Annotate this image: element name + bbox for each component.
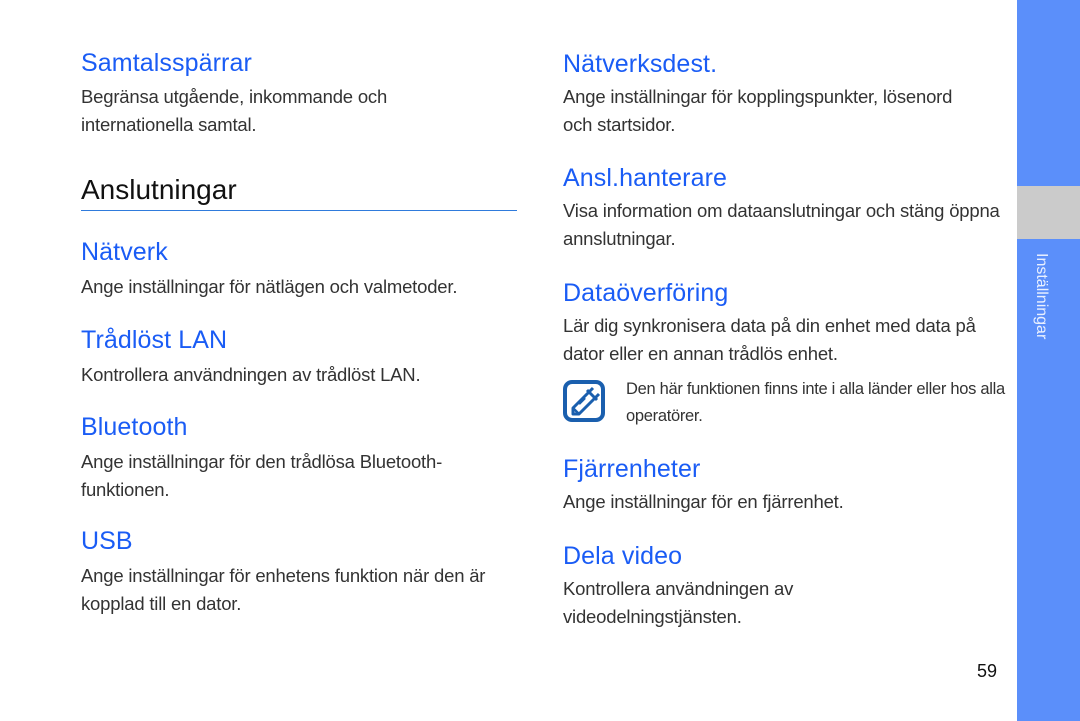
- heading-bluetooth: Bluetooth: [81, 413, 188, 441]
- heading-natverk: Nätverk: [81, 238, 168, 266]
- heading-dataoverforing: Dataöverföring: [563, 279, 729, 307]
- note-text: Den här funktionen finns inte i alla län…: [626, 380, 1005, 425]
- sidebar-marker: [1017, 186, 1080, 239]
- heading-ansl-hanterare: Ansl.hanterare: [563, 164, 727, 192]
- note-pencil-icon: [563, 380, 605, 422]
- heading-fjarrenheter: Fjärrenheter: [563, 455, 701, 483]
- desc-natverksdest: Ange inställningar för kopplingspunkter,…: [563, 86, 953, 135]
- desc-samtalssparrar: Begränsa utgående, inkommande och intern…: [81, 86, 388, 135]
- chapter-sidebar: [1017, 0, 1080, 721]
- desc-tradlost-lan: Kontrollera användningen av trådlöst LAN…: [81, 364, 421, 385]
- desc-usb: Ange inställningar för enhetens funktion…: [81, 565, 486, 614]
- desc-dataoverforing: Lär dig synkronisera data på din enhet m…: [563, 315, 976, 364]
- heading-tradlost-lan: Trådlöst LAN: [81, 326, 228, 354]
- desc-bluetooth: Ange inställningar för den trådlösa Blue…: [81, 451, 443, 500]
- page-number: 59: [977, 661, 998, 681]
- heading-samtalssparrar: Samtalsspärrar: [81, 49, 252, 77]
- section-divider: [81, 210, 517, 211]
- heading-usb: USB: [81, 527, 133, 555]
- desc-fjarrenheter: Ange inställningar för en fjärrenhet.: [563, 491, 844, 512]
- desc-natverk: Ange inställningar för nätlägen och valm…: [81, 276, 458, 297]
- desc-ansl-hanterare: Visa information om dataanslutningar och…: [563, 200, 1000, 249]
- desc-dela-video: Kontrollera användningen av videodelning…: [563, 578, 794, 627]
- section-title: Anslutningar: [81, 174, 237, 205]
- sidebar-chapter-label: Inställningar: [1033, 253, 1050, 340]
- heading-dela-video: Dela video: [563, 542, 683, 570]
- heading-natverksdest: Nätverksdest.: [563, 50, 718, 78]
